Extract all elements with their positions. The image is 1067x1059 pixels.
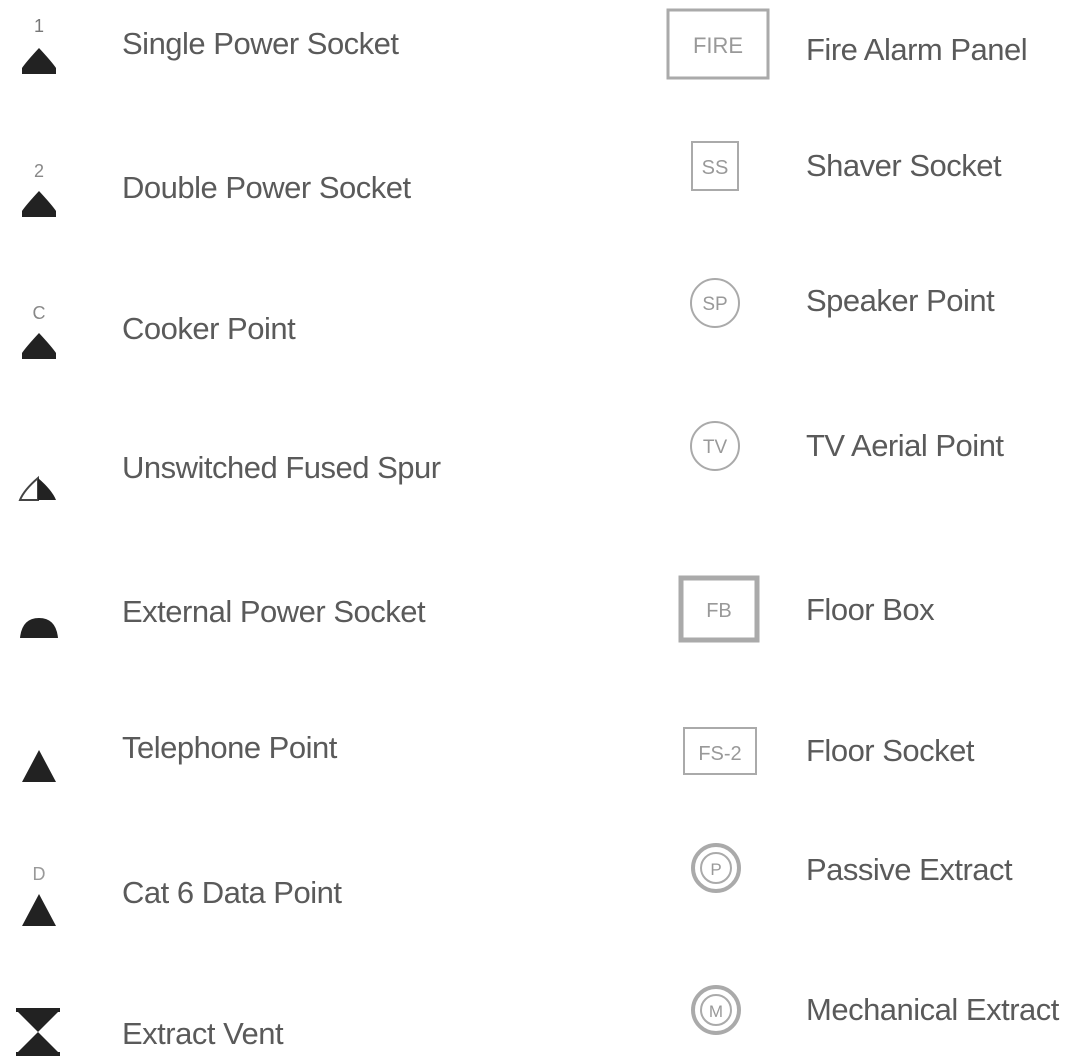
extract-vent-icon <box>16 1008 60 1056</box>
label-cat6-data-point: Cat 6 Data Point <box>122 875 342 910</box>
mechanical-extract-icon: M <box>691 985 741 1035</box>
label-external-power-socket: External Power Socket <box>122 594 426 629</box>
shaver-socket-icon: SS <box>691 141 739 191</box>
floor-socket-icon: FS-2 <box>683 727 757 775</box>
label-floor-socket: Floor Socket <box>806 733 975 768</box>
external-power-socket-icon <box>20 618 58 638</box>
symbol-mark: M <box>709 1002 723 1021</box>
label-extract-vent: Extract Vent <box>122 1016 284 1051</box>
cat6-data-point-icon: D <box>22 864 56 926</box>
symbol-mark: 2 <box>34 161 44 181</box>
label-telephone-point: Telephone Point <box>122 730 337 765</box>
label-mechanical-extract: Mechanical Extract <box>806 992 1059 1027</box>
telephone-point-icon <box>22 750 56 782</box>
label-passive-extract: Passive Extract <box>806 852 1013 887</box>
symbol-mark: FB <box>706 600 732 622</box>
label-tv-aerial-point: TV Aerial Point <box>806 428 1004 463</box>
symbol-mark: P <box>710 860 721 879</box>
symbol-mark: 1 <box>34 16 44 36</box>
label-fire-alarm-panel: Fire Alarm Panel <box>806 32 1028 67</box>
double-power-socket-icon: 2 <box>22 161 56 217</box>
cooker-point-icon: C <box>22 303 56 359</box>
label-speaker-point: Speaker Point <box>806 283 995 318</box>
tv-aerial-point-icon: TV <box>690 421 740 471</box>
label-floor-box: Floor Box <box>806 592 935 627</box>
symbol-mark: C <box>33 303 46 323</box>
label-double-power-socket: Double Power Socket <box>122 170 411 205</box>
passive-extract-icon: P <box>691 843 741 893</box>
single-power-socket-icon: 1 <box>22 16 56 74</box>
symbol-mark: FIRE <box>693 33 743 58</box>
unswitched-fused-spur-icon <box>18 475 56 501</box>
speaker-point-icon: SP <box>690 278 740 328</box>
label-single-power-socket: Single Power Socket <box>122 26 399 61</box>
label-cooker-point: Cooker Point <box>122 311 296 346</box>
symbol-mark: TV <box>703 437 728 458</box>
symbol-mark: SS <box>702 157 729 179</box>
symbol-mark: FS-2 <box>698 743 741 765</box>
label-shaver-socket: Shaver Socket <box>806 148 1002 183</box>
symbol-mark: D <box>33 864 46 884</box>
symbol-mark: SP <box>702 294 727 315</box>
floor-box-icon: FB <box>678 575 760 643</box>
label-unswitched-fused-spur: Unswitched Fused Spur <box>122 450 441 485</box>
fire-alarm-panel-icon: FIRE <box>666 8 770 80</box>
